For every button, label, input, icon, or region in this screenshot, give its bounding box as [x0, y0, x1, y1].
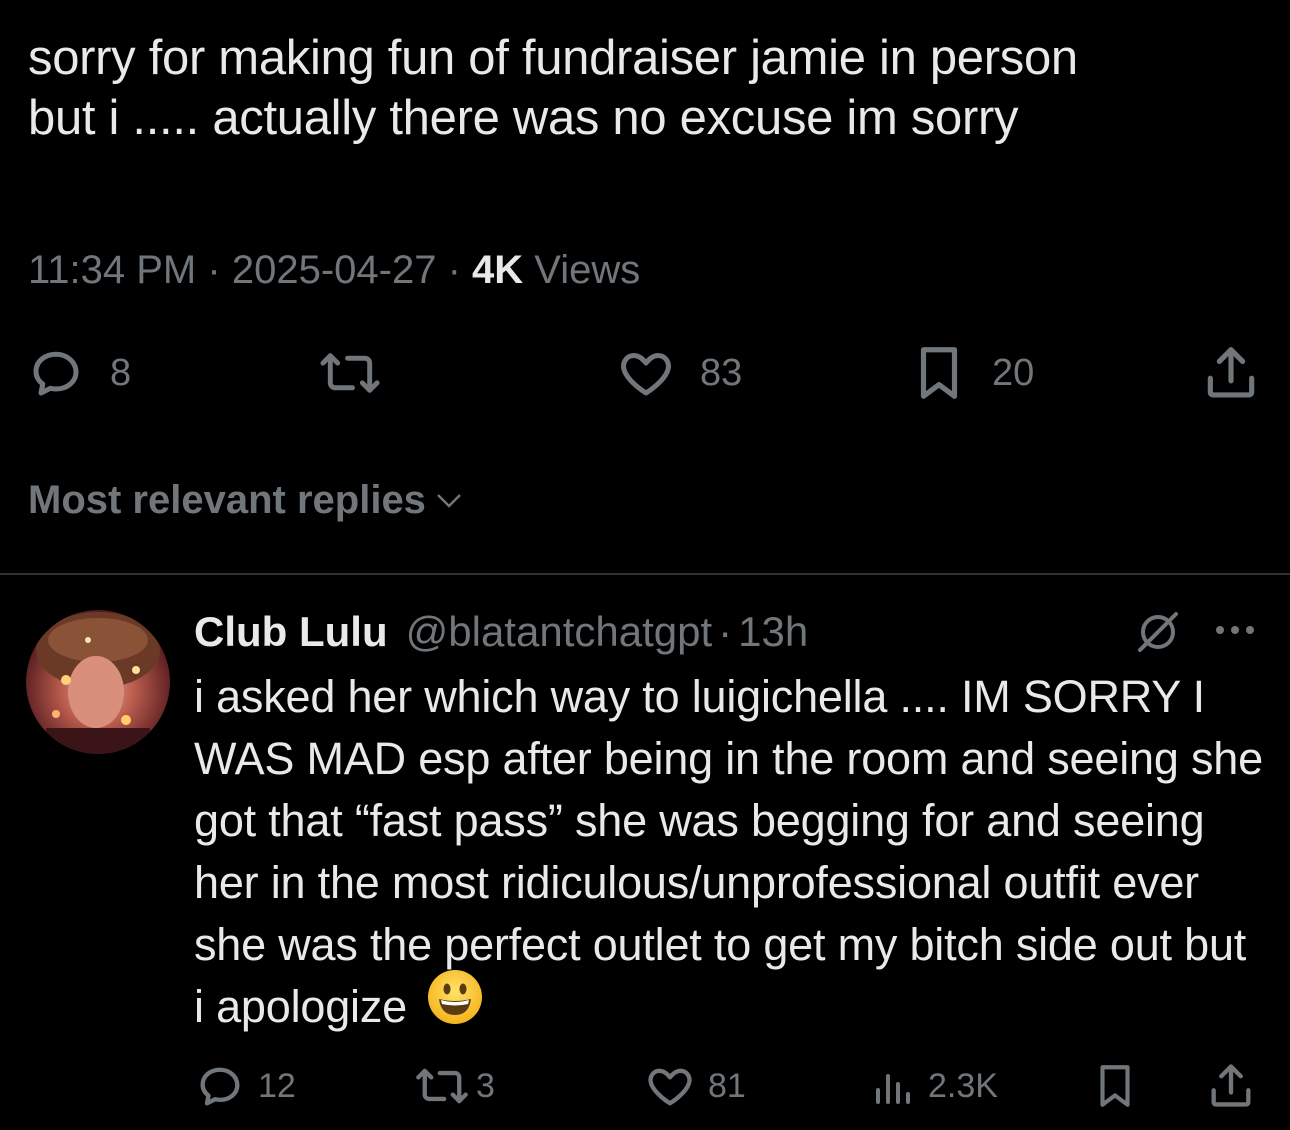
views-count[interactable]: 4K: [472, 248, 523, 292]
tweet-date[interactable]: 2025-04-27: [232, 248, 437, 292]
more-button[interactable]: [1212, 620, 1258, 645]
bookmark-button[interactable]: 20: [908, 338, 1034, 408]
retweet-icon: [320, 353, 380, 393]
share-button[interactable]: [1198, 338, 1264, 408]
tweet-text-line-2: but i ..... actually there was no excuse…: [28, 91, 1019, 145]
heart-icon: [621, 353, 671, 396]
like-count: 83: [700, 351, 743, 394]
reply-button[interactable]: 8: [26, 338, 131, 408]
reply-icon: [200, 1067, 240, 1106]
reply-text: i asked her which way to luigichella ...…: [194, 666, 1264, 1041]
reply-actions: 12 3 81 2.3K: [0, 1056, 1290, 1116]
bookmark-count: 20: [992, 351, 1035, 394]
tweet-meta: 11:34 PM · 2025-04-27 · 4K Views: [28, 244, 640, 296]
reply-retweet-button[interactable]: 3: [414, 1056, 495, 1116]
retweet-icon: [416, 1068, 468, 1104]
reply-like-count: 81: [708, 1066, 746, 1105]
avatar-image: [36, 612, 160, 754]
reply-count: 8: [110, 351, 132, 394]
heart-icon: [648, 1068, 692, 1106]
avatar[interactable]: [26, 610, 170, 754]
reply-author-handle[interactable]: @blatantchatgpt: [406, 604, 713, 660]
reply-retweet-count: 3: [476, 1066, 495, 1105]
meta-separator: ·: [447, 248, 461, 292]
bookmark-icon: [1100, 1065, 1130, 1107]
reply-like-button[interactable]: 81: [644, 1056, 746, 1116]
reply-reply-count: 12: [258, 1066, 296, 1105]
replies-sort-dropdown[interactable]: Most relevant replies: [28, 472, 464, 528]
share-icon: [1207, 347, 1255, 398]
reply-author-name[interactable]: Club Lulu: [194, 604, 388, 660]
tweet-time[interactable]: 11:34 PM: [28, 248, 196, 292]
reply-bookmark-button[interactable]: [1090, 1056, 1140, 1116]
bookmark-icon: [920, 347, 958, 399]
reply-body: i asked her which way to luigichella ...…: [194, 671, 1263, 1032]
share-icon: [1211, 1064, 1251, 1107]
replies-sort-label: Most relevant replies: [28, 478, 426, 522]
reply-icon: [33, 351, 79, 396]
reply-views-count: 2.3K: [928, 1066, 998, 1105]
more-icon: [1216, 626, 1254, 634]
meta-separator: ·: [207, 248, 221, 292]
tweet-actions: 8 83 20: [0, 338, 1290, 408]
reply-reply-button[interactable]: 12: [194, 1056, 296, 1116]
reply-share-button[interactable]: [1204, 1056, 1258, 1116]
like-button[interactable]: 83: [614, 338, 742, 408]
views-label: Views: [534, 248, 641, 292]
header-separator: ·: [718, 608, 733, 655]
grinning-face-emoji: [427, 969, 483, 1041]
grok-button[interactable]: [1134, 608, 1182, 661]
analytics-icon: [876, 1074, 910, 1104]
chevron-down-icon: [437, 494, 461, 508]
grok-icon: [1138, 612, 1178, 652]
retweet-button[interactable]: [318, 338, 382, 408]
reply-time[interactable]: 13h: [738, 604, 808, 660]
divider: [0, 573, 1290, 575]
reply-header: Club Lulu @blatantchatgpt · 13h: [194, 604, 808, 660]
tweet-text-line-1: sorry for making fun of fundraiser jamie…: [28, 31, 1078, 85]
reply-views-button[interactable]: 2.3K: [868, 1056, 998, 1116]
tweet-text: sorry for making fun of fundraiser jamie…: [28, 28, 1258, 148]
